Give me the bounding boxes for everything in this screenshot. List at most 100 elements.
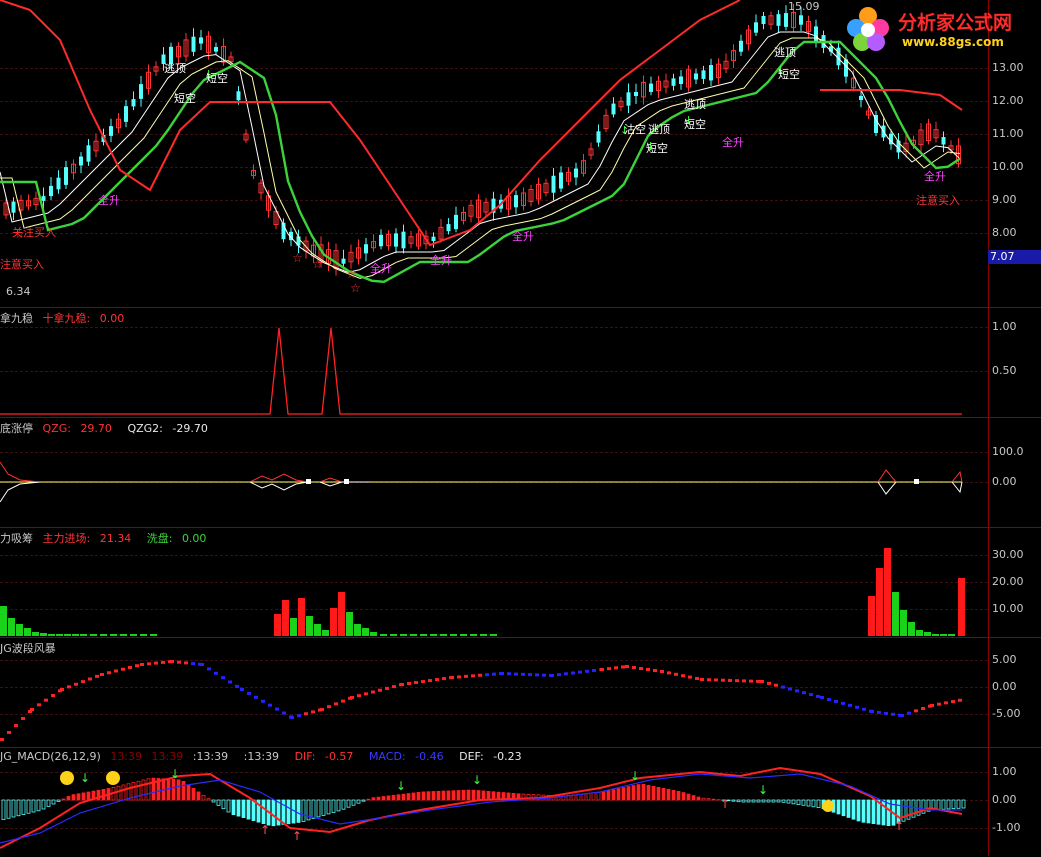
candle-body — [394, 233, 398, 246]
accumulation-bar — [298, 598, 305, 636]
accumulation-bar — [32, 632, 39, 636]
macd-bar — [347, 800, 350, 807]
up-arrow-icon: ↑ — [292, 829, 302, 843]
smiley-icon — [60, 771, 74, 785]
price-tick: 12.00 — [992, 94, 1040, 107]
accumulation-bar — [450, 634, 457, 636]
accumulation-bar — [64, 634, 71, 636]
wave-dot — [400, 683, 404, 686]
accumulation-bar — [24, 628, 31, 636]
candle-body — [432, 237, 436, 241]
wave-dot — [128, 666, 132, 669]
wave-dot — [334, 702, 338, 705]
wave-dot — [44, 699, 48, 702]
accumulation-bar — [410, 634, 417, 636]
candle-body — [379, 235, 383, 246]
candle-body — [574, 169, 578, 178]
candle-body — [859, 96, 863, 100]
candle-body — [679, 76, 683, 84]
macd-bar — [817, 800, 820, 808]
candle-body — [49, 186, 53, 196]
macd-bar — [282, 800, 285, 824]
accumulation-bar — [72, 634, 79, 636]
macd-bar — [712, 799, 715, 800]
panel-nine-stable[interactable]: 1.00 0.50 拿九稳 十拿九稳: 0.00 — [0, 307, 1041, 417]
candle-body — [192, 37, 196, 52]
macd-bar — [462, 790, 465, 800]
wave-dot — [385, 687, 389, 690]
accumulation-bar — [390, 634, 397, 636]
wave-dot — [621, 665, 625, 668]
macd-bar — [452, 791, 455, 800]
signal-escape-top: 逃顶 — [648, 121, 670, 137]
wave-dot — [921, 707, 925, 710]
candle-body — [649, 84, 653, 92]
macd-bar — [222, 800, 225, 809]
accumulation-bar — [932, 634, 939, 636]
tick-label: 30.00 — [992, 548, 1040, 561]
wave-dot — [14, 724, 18, 727]
macd-bar — [357, 800, 360, 803]
candle-body — [87, 145, 91, 161]
wave-dot — [268, 704, 272, 707]
qzg-chart — [0, 418, 988, 528]
ma-short-line — [0, 32, 960, 272]
macd-bar — [397, 795, 400, 800]
price-panel[interactable]: 13.00 12.00 11.00 10.00 9.00 8.00 7.07 ☆… — [0, 0, 1041, 307]
macd-bar — [757, 800, 760, 802]
macd-bar — [447, 791, 450, 800]
wave-dot — [667, 671, 671, 674]
macd-bar — [482, 791, 485, 800]
tick-label: 0.00 — [992, 475, 1040, 488]
macd-bar — [697, 797, 700, 800]
down-arrow-icon: ↓ — [170, 767, 180, 781]
candle-body — [754, 22, 758, 32]
wave-dot — [161, 661, 165, 664]
wave-dot — [735, 679, 739, 682]
macd-bar — [87, 792, 90, 800]
macd-bar — [627, 787, 630, 800]
macd-bar — [322, 800, 325, 815]
price-tick: 11.00 — [992, 127, 1040, 140]
price-tick: 13.00 — [992, 61, 1040, 74]
macd-bar — [442, 791, 445, 800]
logo-title: 分析家公式网 — [898, 8, 1012, 35]
current-price-badge: 7.07 — [988, 250, 1041, 264]
macd-bar — [177, 780, 180, 800]
candle-body — [124, 106, 128, 122]
candle-body — [79, 157, 83, 166]
macd-bar — [217, 800, 220, 805]
macd-bar — [882, 800, 885, 825]
wave-dot — [471, 674, 475, 677]
panel-macd[interactable]: 1.00 0.00 -1.00 JG_MACD(26,12,9) 13:39 1… — [0, 747, 1041, 856]
wave-dot — [311, 710, 315, 713]
wave-dot — [327, 705, 331, 708]
macd-bar — [2, 800, 5, 820]
panel-wave-storm[interactable]: 5.00 0.00 -5.00 JG波段风暴 — [0, 637, 1041, 747]
panel-accumulation[interactable]: 30.00 20.00 10.00 力吸筹 主力进场: 21.34 洗盘: 0.… — [0, 527, 1041, 637]
wave-dot — [514, 673, 518, 676]
wave-dot — [937, 703, 941, 706]
panel-bottom-limit[interactable]: 100.0 0.00 底涨停 QZG: 29.70 QZG2: -29.70 — [0, 417, 1041, 527]
wave-dot — [177, 661, 181, 664]
accumulation-bar — [290, 618, 297, 636]
wave-dot — [802, 691, 806, 694]
macd-bar — [687, 794, 690, 800]
candle-body — [364, 244, 368, 253]
macd-bar — [962, 800, 965, 808]
accumulation-bar — [940, 634, 947, 636]
wave-dot — [632, 666, 636, 669]
macd-bar — [77, 794, 80, 800]
accumulation-bar — [440, 634, 447, 636]
wave-dot — [653, 669, 657, 672]
wave-dot — [592, 669, 596, 672]
wave-dot — [81, 680, 85, 683]
wave-dot — [646, 668, 650, 671]
macd-bar — [772, 800, 775, 802]
macd-bar — [812, 800, 815, 807]
macd-bar — [362, 800, 365, 801]
macd-bar — [457, 791, 460, 800]
candle-body — [454, 215, 458, 229]
wave-dot — [774, 684, 778, 687]
macd-bar — [837, 800, 840, 814]
